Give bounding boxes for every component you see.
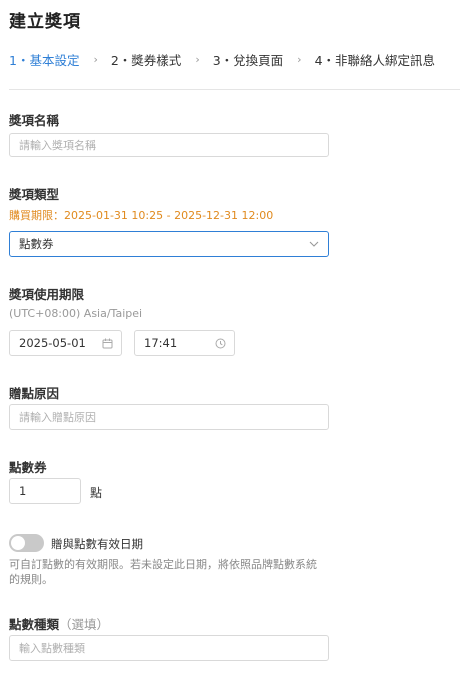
page-title: 建立獎項	[9, 12, 81, 32]
prize-type-value: 點數券	[19, 237, 54, 251]
expiry-hint-line-1: 可自訂點數的有效期限。若未設定此日期，將依照品牌點數系統	[9, 558, 317, 571]
point-type-label: 點數種類（選填）	[9, 614, 109, 633]
optional-tag: （選填）	[59, 617, 110, 632]
points-label: 點數券	[9, 460, 47, 475]
points-unit: 點	[90, 486, 103, 500]
reason-input[interactable]: 請輸入贈點原因	[9, 404, 329, 430]
reason-placeholder: 請輸入贈點原因	[19, 411, 96, 424]
clock-icon	[214, 337, 226, 349]
toggle-knob	[11, 536, 25, 550]
date-picker[interactable]: 2025-05-01	[9, 330, 122, 356]
reason-label: 贈點原因	[9, 386, 60, 401]
date-value: 2025-05-01	[19, 336, 86, 350]
step-basic-settings[interactable]: 1・基本設定	[9, 50, 79, 69]
chevron-down-icon	[308, 238, 320, 250]
step-redeem-page[interactable]: 3・兌換頁面	[213, 50, 283, 69]
prize-name-input[interactable]: 請輸入獎項名稱	[9, 133, 329, 157]
point-type-label-text: 點數種類	[9, 617, 60, 632]
chevron-right-icon: ›	[297, 52, 302, 66]
calendar-icon	[101, 337, 113, 349]
divider	[9, 89, 460, 90]
points-input[interactable]: 1	[9, 478, 81, 504]
timezone-text: (UTC+08:00) Asia/Taipei	[9, 307, 143, 320]
points-value: 1	[19, 484, 27, 498]
time-picker[interactable]: 17:41	[134, 330, 235, 356]
step-non-contact-message[interactable]: 4・非聯絡人綁定訊息	[315, 50, 435, 69]
step-ticket-style[interactable]: 2・獎券樣式	[111, 50, 181, 69]
expiry-toggle-label: 贈與點數有效日期	[51, 537, 143, 551]
prize-type-label: 獎項類型	[9, 187, 60, 202]
expiry-hint-line-2: 的規則。	[9, 573, 53, 586]
point-type-input[interactable]: 輸入點數種類	[9, 635, 329, 661]
expiry-toggle[interactable]	[9, 534, 44, 552]
prize-name-label: 獎項名稱	[9, 113, 60, 128]
usage-period-label: 獎項使用期限	[9, 287, 85, 302]
point-type-placeholder: 輸入點數種類	[19, 642, 85, 655]
stepper: 1・基本設定 › 2・獎券樣式 › 3・兌換頁面 › 4・非聯絡人綁定訊息	[9, 50, 435, 68]
chevron-right-icon: ›	[195, 52, 200, 66]
purchase-period-text: 購買期限：2025-01-31 10:25 - 2025-12-31 12:00	[9, 209, 274, 222]
chevron-right-icon: ›	[93, 52, 98, 66]
prize-name-placeholder: 請輸入獎項名稱	[19, 139, 96, 152]
prize-type-select[interactable]: 點數券	[9, 231, 329, 257]
time-value: 17:41	[144, 336, 178, 350]
